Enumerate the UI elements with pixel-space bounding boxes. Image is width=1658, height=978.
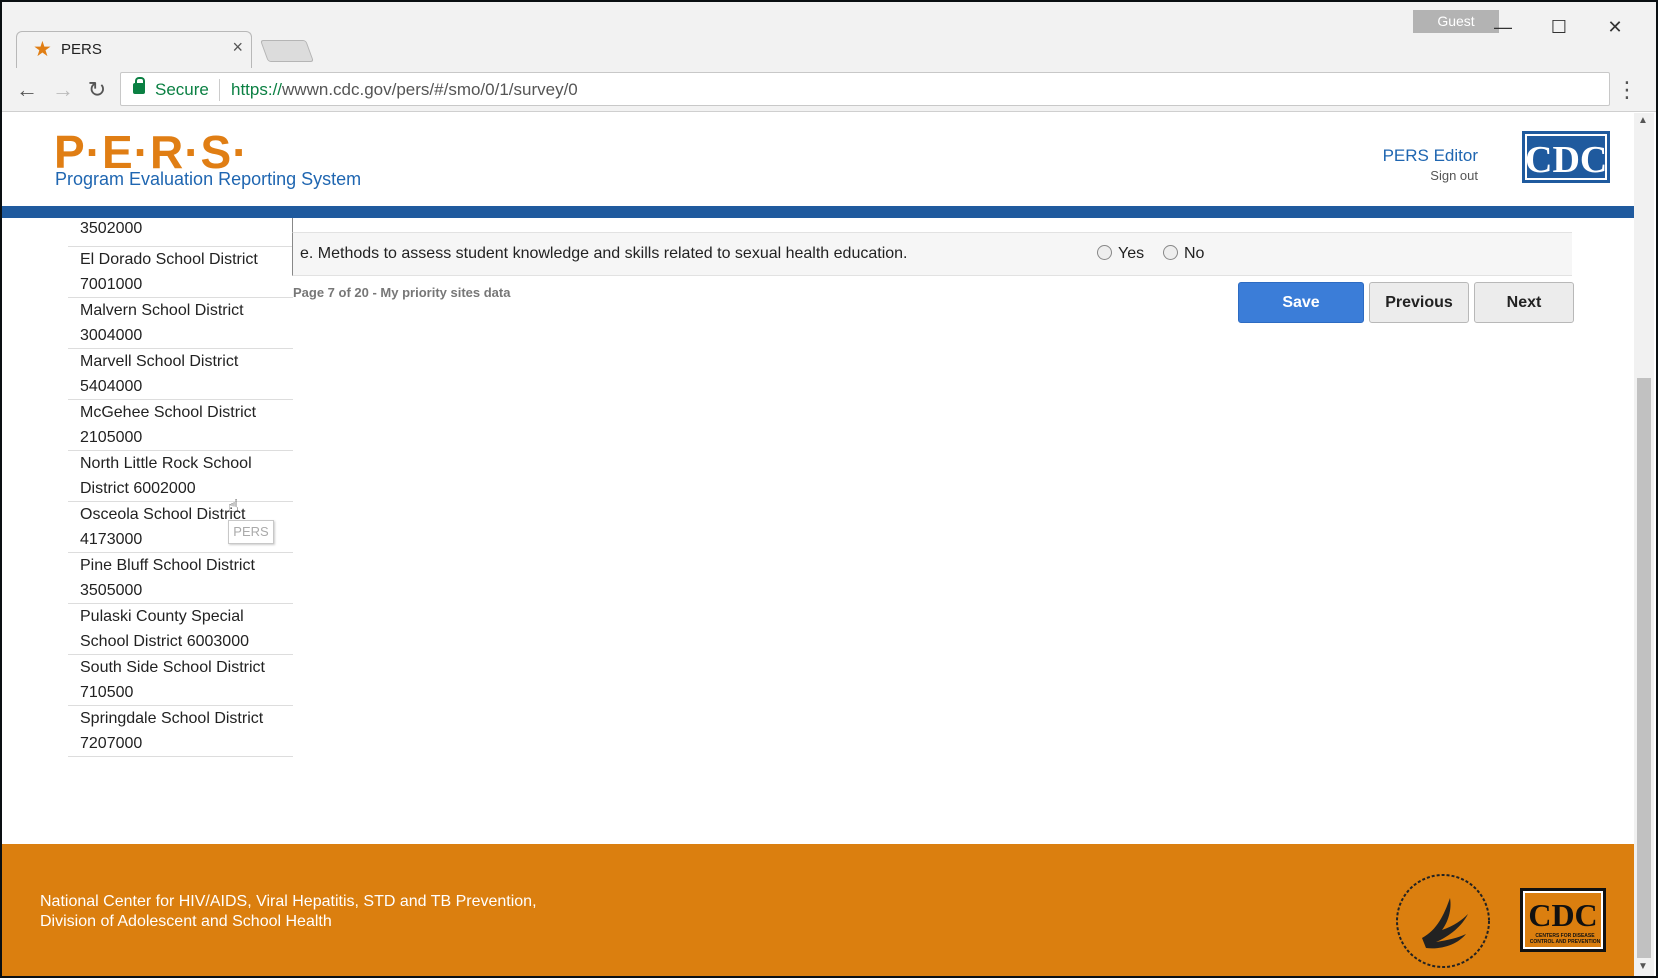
list-item[interactable]: South Side School District 710500 [68,655,293,706]
minimize-icon[interactable]: — [1480,12,1526,42]
scroll-thumb[interactable] [1637,378,1651,958]
list-item[interactable]: Pulaski County Special School District 60… [68,604,293,655]
url-rest: wwwn.cdc.gov/pers/#/smo/0/1/survey/0 [282,80,578,99]
browser-toolbar: ← → ↻ Secure https://wwwn.cdc.gov/pers/#… [2,68,1656,112]
back-icon[interactable]: ← [11,74,43,106]
hhs-eagle-logo[interactable] [1392,870,1494,972]
page-scrollbar[interactable]: ▲ ▼ [1634,113,1654,976]
hand-cursor-icon: ☝ [228,496,239,516]
secure-label: Secure [155,80,209,99]
browser-window: ★ PERS × Guest — ☐ ✕ ← → ↻ Secure https:… [0,0,1658,978]
next-button[interactable]: Next [1474,282,1574,323]
browser-menu-icon[interactable]: ⋮ [1616,74,1638,106]
list-item[interactable]: North Little Rock School District 6002000 [68,451,293,502]
url-text: https://wwwn.cdc.gov/pers/#/smo/0/1/surv… [231,80,578,100]
cdc-footer-tagline: CENTERS FOR DISEASE CONTROL AND PREVENTI… [1529,933,1601,945]
page-viewport: P·E·R·S· Program Evaluation Reporting Sy… [2,113,1634,976]
no-label: No [1184,245,1205,262]
cdc-logo[interactable]: CDC [1522,131,1610,183]
maximize-icon[interactable]: ☐ [1536,12,1582,42]
cdc-footer-mark: CDC [1528,897,1598,933]
list-item[interactable]: Pine Bluff School District 3505000 [68,553,293,604]
close-tab-icon[interactable]: × [232,38,243,56]
no-radio-option[interactable]: No [1163,245,1204,263]
tab-title: PERS [61,41,102,58]
tooltip: PERS [228,520,274,544]
address-bar[interactable]: Secure https://wwwn.cdc.gov/pers/#/smo/0… [120,72,1610,106]
new-tab-button[interactable] [259,40,315,62]
question-text: e. Methods to assess student knowledge a… [300,245,908,262]
footer-line-2: Division of Adolescent and School Health [40,913,332,930]
save-button[interactable]: Save [1238,282,1364,323]
site-footer: National Center for HIV/AIDS, Viral Hepa… [2,844,1634,976]
cdc-footer-logo[interactable]: CDC CENTERS FOR DISEASE CONTROL AND PREV… [1520,888,1606,952]
close-window-icon[interactable]: ✕ [1592,12,1638,42]
content-border [292,218,293,232]
list-item[interactable]: Springdale School District 7207000 [68,706,293,757]
previous-button[interactable]: Previous [1369,282,1469,323]
star-icon: ★ [33,38,52,61]
school-district-list: 3502000 El Dorado School District 7001000… [68,218,293,757]
yes-radio-option[interactable]: Yes [1097,245,1144,263]
title-bar: ★ PERS × Guest — ☐ ✕ [2,2,1656,68]
list-item[interactable]: McGehee School District 2105000 [68,400,293,451]
scroll-down-icon[interactable]: ▼ [1638,961,1648,972]
footer-line-1: National Center for HIV/AIDS, Viral Hepa… [40,893,537,910]
sign-out-link[interactable]: Sign out [1430,168,1478,183]
site-header: P·E·R·S· Program Evaluation Reporting Sy… [2,113,1634,206]
scroll-up-icon[interactable]: ▲ [1638,115,1648,126]
yes-radio[interactable] [1097,245,1112,260]
page-indicator: Page 7 of 20 - My priority sites data [293,285,511,300]
footer-text: National Center for HIV/AIDS, Viral Hepa… [40,892,537,932]
reload-icon[interactable]: ↻ [81,74,113,106]
yes-label: Yes [1118,245,1145,262]
list-item[interactable]: Malvern School District 3004000 [68,298,293,349]
browser-tab[interactable]: ★ PERS × [16,31,252,68]
site-subtitle: Program Evaluation Reporting System [55,169,362,189]
url-scheme: https:// [231,80,283,99]
forward-icon[interactable]: → [47,74,79,106]
list-item[interactable]: El Dorado School District 7001000 [68,247,293,298]
url-separator [219,79,220,101]
survey-question-row: e. Methods to assess student knowledge a… [292,232,1572,276]
lock-icon [133,77,145,94]
header-divider [2,206,1634,218]
user-role-link[interactable]: PERS Editor [1383,146,1478,166]
list-item[interactable]: Marvell School District 5404000 [68,349,293,400]
list-item[interactable]: 3502000 [68,218,293,247]
no-radio[interactable] [1163,245,1178,260]
